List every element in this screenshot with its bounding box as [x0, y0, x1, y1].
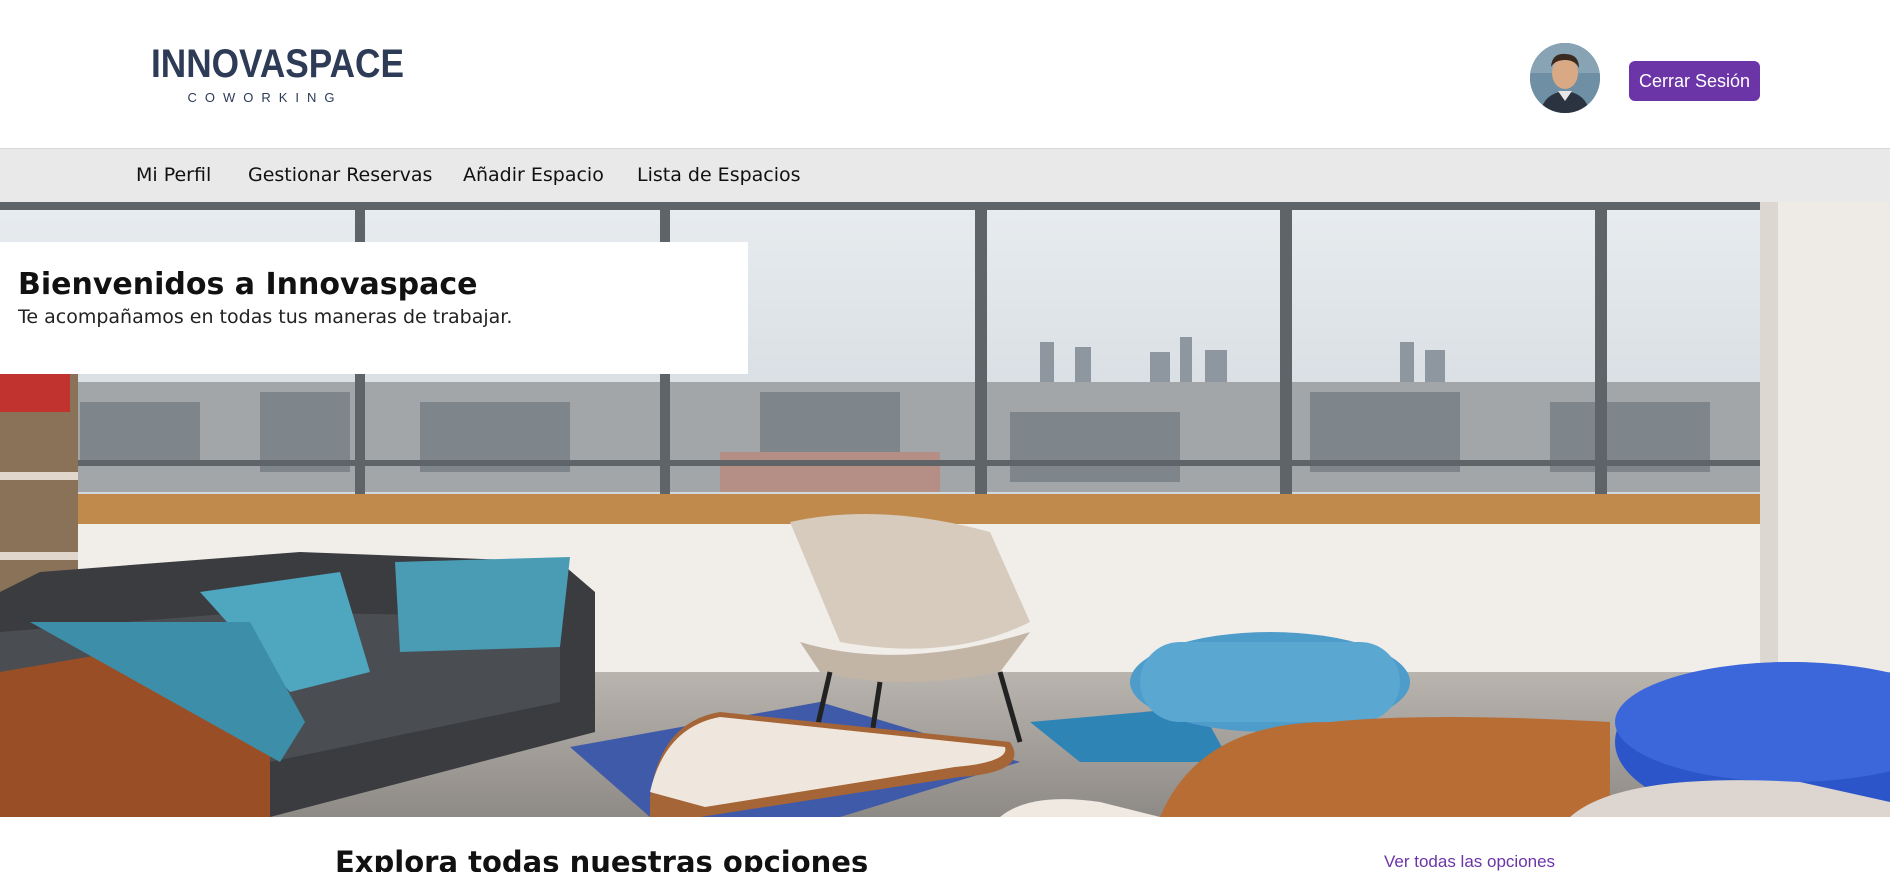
- nav-item-lista-de-espacios[interactable]: Lista de Espacios: [637, 164, 801, 186]
- avatar-photo: [1530, 43, 1600, 113]
- hero-banner: Bienvenidos a Innovaspace Te acompañamos…: [0, 202, 1890, 817]
- hero-subtitle: Te acompañamos en todas tus maneras de t…: [18, 306, 513, 328]
- nav-item-anadir-espacio[interactable]: Añadir Espacio: [463, 164, 604, 186]
- site-header: INNOVASPACE COWORKING Cerrar Sesión: [0, 0, 1890, 148]
- nav-item-mi-perfil[interactable]: Mi Perfil: [136, 164, 211, 186]
- hero-welcome-card: Bienvenidos a Innovaspace Te acompañamos…: [0, 242, 748, 374]
- explore-title: Explora todas nuestras opciones: [335, 845, 869, 872]
- hero-title: Bienvenidos a Innovaspace: [18, 267, 478, 302]
- brand-logo[interactable]: INNOVASPACE COWORKING: [136, 42, 404, 105]
- brand-tagline: COWORKING: [187, 90, 343, 105]
- see-all-options-link[interactable]: Ver todas las opciones: [1384, 852, 1555, 872]
- main-nav: Mi Perfil Gestionar Reservas Añadir Espa…: [0, 148, 1890, 202]
- brand-name: INNOVASPACE: [151, 42, 404, 86]
- logout-button[interactable]: Cerrar Sesión: [1629, 61, 1760, 101]
- nav-item-gestionar-reservas[interactable]: Gestionar Reservas: [248, 164, 432, 186]
- user-avatar[interactable]: [1530, 43, 1600, 113]
